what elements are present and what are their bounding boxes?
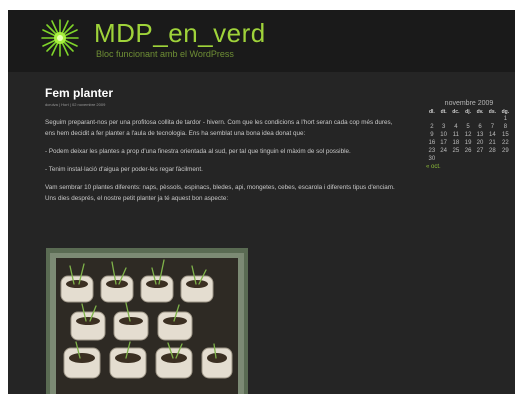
post-title[interactable]: Fem planter (45, 86, 113, 100)
calendar-week: 16 17 18 19 20 21 22 (426, 139, 512, 147)
calendar-widget: novembre 2009 dl. dt. dc. dj. dv. ds. dg… (426, 100, 512, 170)
seedling-planter-photo[interactable] (46, 248, 248, 394)
calendar-day: 3 (441, 124, 446, 130)
calendar-day: 8 (503, 124, 508, 130)
site-title[interactable]: MDP_en_verd (94, 18, 266, 49)
calendar-day: 21 (489, 140, 496, 146)
calendar-table: dl. dt. dc. dj. dv. ds. dg. 1 2 3 4 5 6 … (426, 109, 512, 163)
calendar-day: 10 (440, 132, 447, 138)
calendar-day (462, 155, 474, 163)
calendar-day: 24 (440, 148, 447, 154)
calendar-day (499, 155, 512, 163)
calendar-week: 9 10 11 12 13 14 15 (426, 131, 512, 139)
site-description: Bloc funcionant amb el WordPress (96, 49, 234, 59)
calendar-day (474, 115, 486, 123)
post-meta: dcruiva | Hort | 02 novembre 2009 (45, 102, 106, 107)
calendar-day: 5 (466, 124, 470, 130)
calendar-day: 2 (430, 124, 434, 130)
calendar-day: 29 (502, 148, 509, 154)
calendar-day (438, 155, 450, 163)
calendar-day: 27 (476, 148, 484, 154)
blog-page: MDP_en_verd Bloc funcionant amb el WordP… (8, 10, 515, 394)
post-paragraph: Seguim preparant-nos per una profitosa c… (45, 119, 393, 137)
post-paragraph: Vam sembrar 10 plantes diferents: naps, … (45, 184, 395, 202)
calendar-day: 25 (452, 148, 460, 154)
calendar-day: 14 (489, 132, 496, 138)
calendar-day: 30 (428, 156, 436, 162)
calendar-day: 17 (440, 140, 447, 146)
calendar-day: 15 (502, 132, 509, 138)
post-paragraph: - Podem deixar les plantes a prop d'una … (45, 148, 351, 155)
calendar-day: 16 (428, 140, 436, 146)
calendar-day: 28 (489, 148, 496, 154)
calendar-day (450, 155, 463, 163)
calendar-day: 1 (503, 116, 508, 122)
calendar-week: 2 3 4 5 6 7 8 (426, 123, 512, 131)
calendar-day (474, 155, 486, 163)
post-content: Seguim preparant-nos per una profitosa c… (45, 117, 400, 211)
calendar-day: 18 (452, 140, 460, 146)
calendar-day (450, 115, 463, 123)
calendar-week: 1 (426, 115, 512, 123)
calendar-day (462, 115, 474, 123)
calendar-day: 7 (490, 124, 495, 130)
calendar-day: 4 (454, 124, 458, 130)
calendar-week: 23 24 25 26 27 28 29 (426, 147, 512, 155)
calendar-day (486, 115, 499, 123)
calendar-prev-month-link[interactable]: « oct. (426, 164, 512, 170)
calendar-day: 20 (476, 140, 484, 146)
calendar-day: 9 (430, 132, 434, 138)
calendar-day: 26 (464, 148, 472, 154)
calendar-week: 30 (426, 155, 512, 163)
calendar-day: 6 (478, 124, 482, 130)
calendar-day: 12 (464, 132, 472, 138)
starburst-logo-icon[interactable] (40, 18, 80, 58)
calendar-day: 13 (476, 132, 484, 138)
post-paragraph: - Tenim instal·lació d'aigua per poder-l… (45, 166, 203, 173)
calendar-day: 22 (502, 140, 509, 146)
calendar-caption: novembre 2009 (444, 100, 494, 107)
calendar-day (426, 115, 438, 123)
site-header: MDP_en_verd Bloc funcionant amb el WordP… (8, 10, 515, 72)
calendar-day: 23 (428, 148, 436, 154)
calendar-day: 11 (452, 132, 459, 138)
calendar-day (486, 155, 499, 163)
calendar-day (438, 115, 450, 123)
calendar-day: 19 (464, 140, 472, 146)
